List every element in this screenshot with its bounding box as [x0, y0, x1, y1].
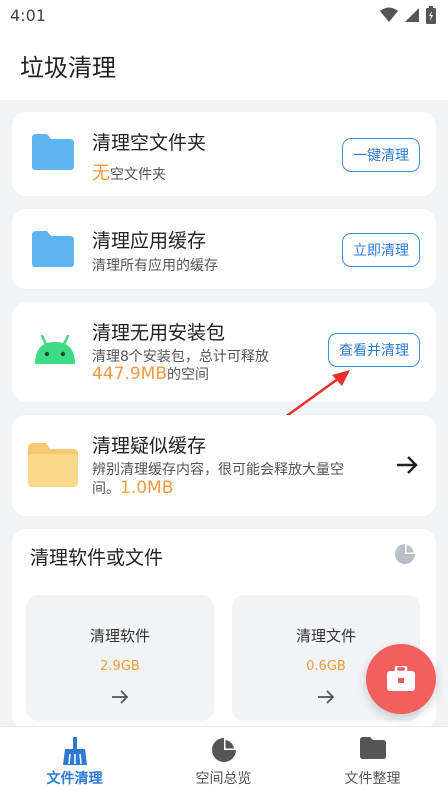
folder-icon [32, 231, 74, 267]
card-empty-folders[interactable]: 清理空文件夹 无空文件夹 一键清理 [12, 112, 436, 196]
highlight-size: 447.9MB [92, 364, 167, 384]
arrow-right-icon[interactable] [396, 455, 418, 475]
folder-icon [32, 134, 74, 170]
toolbox-icon [387, 666, 415, 691]
card-title: 清理应用缓存 [92, 230, 207, 252]
page-title: 垃圾清理 [20, 54, 116, 82]
status-time: 4:01 [10, 6, 46, 25]
folder-icon [28, 443, 78, 487]
nav-label: 空间总览 [195, 771, 252, 787]
subtitle-text: 的空间 [167, 367, 209, 383]
android-icon [35, 334, 75, 364]
arrow-right-icon [318, 690, 335, 704]
toolbox-fab-button[interactable] [366, 644, 436, 714]
card-app-cache[interactable]: 清理应用缓存 清理所有应用的缓存 立即清理 [12, 209, 436, 289]
nav-label: 文件整理 [344, 771, 401, 787]
status-bar: 4:01 [0, 0, 448, 32]
highlight-size: 1.0MB [120, 478, 174, 498]
card-unused-apks[interactable]: 清理无用安装包 清理8个安装包，总计可释放 447.9MB的空间 查看并清理 [12, 302, 436, 402]
battery-icon [426, 6, 436, 24]
card-suspected-cache[interactable]: 清理疑似缓存 辨别清理缓存内容，很可能会释放大量空 间。1.0MB [12, 415, 436, 516]
pie-chart-icon[interactable] [394, 543, 416, 565]
highlight-text: 无 [92, 163, 110, 184]
bottom-nav: 文件清理 空间总览 文件整理 [0, 726, 448, 790]
pie-chart-icon [211, 738, 236, 762]
tile-size: 2.9GB [100, 659, 140, 674]
card-subtitle-2: 间。1.0MB [92, 478, 173, 498]
nav-file-clean[interactable]: 文件清理 [0, 727, 149, 790]
status-icons [380, 6, 436, 24]
folder-icon [359, 737, 386, 759]
one-click-clean-button[interactable]: 一键清理 [342, 138, 420, 172]
arrow-right-icon [112, 690, 129, 704]
clean-now-button[interactable]: 立即清理 [342, 233, 420, 267]
subtitle-prefix: 间。 [92, 481, 120, 497]
nav-space-overview[interactable]: 空间总览 [149, 727, 298, 790]
card-title: 清理空文件夹 [92, 132, 207, 154]
nav-file-organize[interactable]: 文件整理 [298, 727, 447, 790]
app-header: 垃圾清理 [0, 32, 448, 100]
clean-apps-tile[interactable]: 清理软件 2.9GB [26, 595, 214, 721]
section-title: 清理软件或文件 [30, 547, 164, 569]
tile-label: 清理软件 [89, 627, 150, 645]
signal-icon [405, 8, 419, 22]
card-title: 清理疑似缓存 [92, 435, 207, 457]
view-and-clean-button[interactable]: 查看并清理 [328, 333, 420, 367]
card-title: 清理无用安装包 [92, 322, 226, 344]
broom-icon [62, 737, 87, 765]
nav-label: 文件清理 [46, 771, 103, 787]
wifi-icon [380, 7, 398, 22]
card-subtitle: 辨别清理缓存内容，很可能会释放大量空 [92, 462, 344, 478]
subtitle-text: 空文件夹 [110, 167, 166, 183]
tile-label: 清理文件 [295, 627, 356, 645]
card-subtitle-2: 447.9MB的空间 [92, 364, 209, 384]
card-subtitle: 清理所有应用的缓存 [92, 258, 218, 274]
card-subtitle: 清理8个安装包，总计可释放 [92, 349, 269, 365]
card-subtitle: 无空文件夹 [92, 159, 166, 185]
